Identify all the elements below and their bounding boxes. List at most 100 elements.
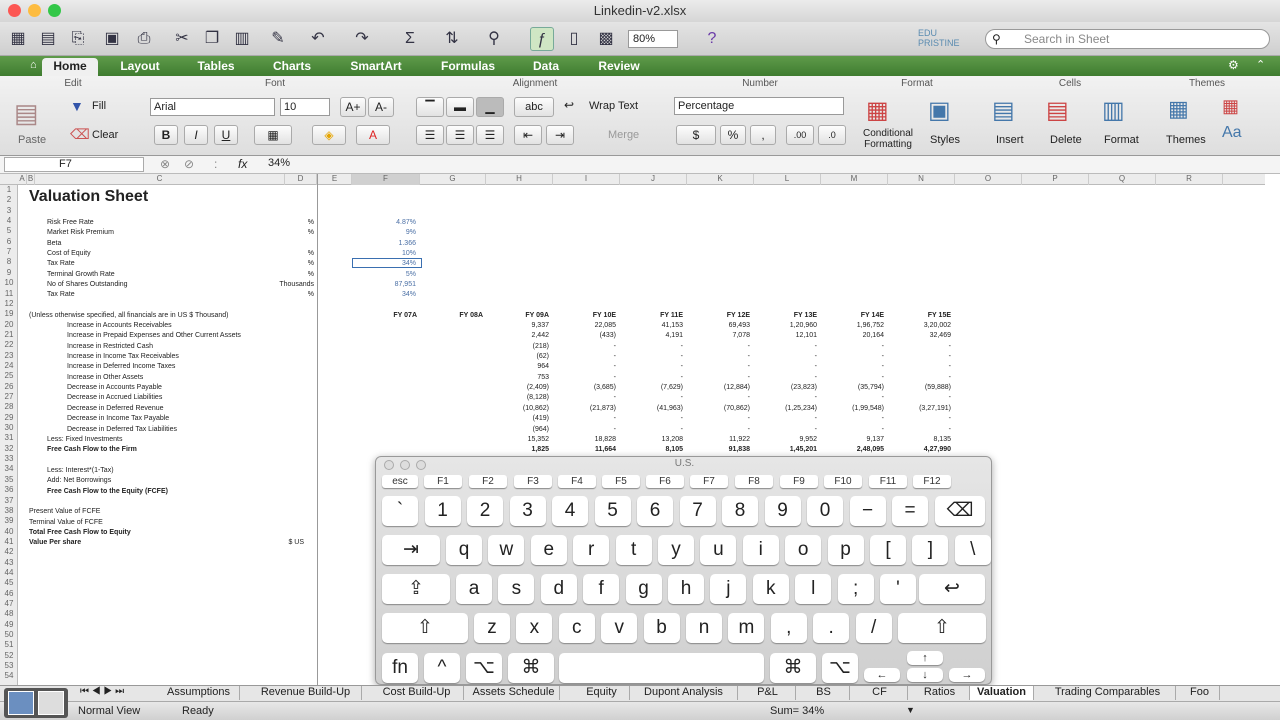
sheet-tab[interactable]: Assets Schedule (468, 686, 560, 700)
fill-button[interactable]: Fill (92, 100, 106, 112)
paste-button[interactable]: Paste (18, 134, 46, 146)
currency-icon[interactable]: $ (676, 125, 716, 145)
table-cell[interactable]: (21,873) (556, 405, 616, 412)
keyboard-key[interactable]: ] (912, 535, 949, 565)
column-header-cell[interactable]: F (352, 174, 420, 185)
bold-button[interactable]: B (154, 125, 178, 145)
table-cell[interactable]: - (757, 363, 817, 370)
sheet-tab[interactable]: Cost Build-Up (370, 686, 464, 700)
table-cell[interactable]: - (757, 343, 817, 350)
fill-color-icon[interactable]: ◈ (312, 125, 346, 145)
table-cell[interactable]: (7,629) (623, 384, 683, 391)
number-format-select[interactable]: Percentage (674, 97, 844, 115)
view-buttons[interactable] (4, 688, 68, 718)
column-header-cell[interactable]: D (285, 174, 317, 185)
table-cell[interactable]: 9,137 (824, 436, 884, 443)
format-cells-icon[interactable]: ▥ (1102, 96, 1125, 125)
table-cell[interactable]: 18,828 (556, 436, 616, 443)
table-cell[interactable]: - (623, 394, 683, 401)
row-number[interactable]: 43 (0, 558, 18, 567)
font-size-select[interactable]: 10 (280, 98, 330, 116)
function-key-6[interactable]: F6 (646, 475, 684, 488)
format-painter-icon[interactable]: ✎ (266, 27, 290, 51)
row-number[interactable]: 8 (0, 257, 18, 266)
keyboard-key[interactable]: l (795, 574, 832, 604)
keyboard-key[interactable]: d (540, 574, 577, 604)
paste-big-icon[interactable]: ▤ (14, 98, 39, 129)
font-color-icon[interactable]: A (356, 125, 390, 145)
table-cell[interactable]: - (891, 353, 951, 360)
keyboard-key[interactable] (559, 653, 764, 683)
align-right-icon[interactable]: ☰ (476, 125, 504, 145)
keyboard-key[interactable]: k (752, 574, 789, 604)
decrease-decimal-icon[interactable]: .0 (818, 125, 846, 145)
keyboard-key[interactable]: − (849, 496, 886, 526)
keyboard-key[interactable]: y (658, 535, 694, 565)
row-number[interactable]: 11 (0, 289, 18, 298)
input-value[interactable]: 5% (352, 271, 416, 278)
table-cell[interactable]: - (757, 394, 817, 401)
sheet-tab[interactable]: Equity (574, 686, 630, 700)
row-number[interactable]: 6 (0, 237, 18, 246)
function-key-7[interactable]: F7 (690, 475, 728, 488)
table-cell[interactable]: 11,664 (556, 446, 616, 453)
keyboard-key[interactable]: t (615, 535, 652, 565)
table-cell[interactable]: (35,794) (824, 384, 884, 391)
redo-icon[interactable]: ↷ (350, 27, 374, 51)
table-cell[interactable]: (218) (489, 343, 549, 350)
table-cell[interactable]: - (891, 374, 951, 381)
align-left-icon[interactable]: ☰ (416, 125, 444, 145)
table-cell[interactable]: 69,493 (690, 322, 750, 329)
table-cell[interactable]: - (891, 363, 951, 370)
keyboard-key[interactable]: 1 (424, 496, 461, 526)
keyboard-key[interactable]: ← (864, 668, 900, 682)
keyboard-key[interactable]: e (530, 535, 567, 565)
keyboard-key[interactable]: q (446, 535, 482, 565)
delete-cells-icon[interactable]: ▤ (1046, 96, 1069, 125)
table-cell[interactable]: 13,208 (623, 436, 683, 443)
orientation-icon[interactable]: abc (514, 97, 554, 117)
function-key-9[interactable]: F9 (780, 475, 818, 488)
clear-icon[interactable]: ⌫ (70, 126, 90, 143)
row-number[interactable]: 52 (0, 651, 18, 660)
keyboard-key[interactable]: ↓ (907, 668, 943, 682)
function-key-10[interactable]: F10 (824, 475, 862, 488)
table-cell[interactable]: (1,25,234) (757, 405, 817, 412)
row-number[interactable]: 34 (0, 464, 18, 473)
table-cell[interactable]: - (556, 374, 616, 381)
settings-icon[interactable]: ⚙ (1228, 58, 1239, 72)
table-cell[interactable]: 22,085 (556, 322, 616, 329)
keyboard-key[interactable]: \ (954, 535, 991, 565)
row-number[interactable]: 30 (0, 423, 18, 432)
tab-charts[interactable]: Charts (262, 58, 322, 76)
help-icon[interactable]: ? (700, 27, 724, 51)
keyboard-key[interactable]: ` (382, 496, 418, 526)
row-number[interactable]: 2 (0, 195, 18, 204)
sum-dropdown-icon[interactable]: ▼ (906, 705, 915, 715)
row-number[interactable]: 36 (0, 485, 18, 494)
table-cell[interactable]: (8,128) (489, 394, 549, 401)
name-box[interactable]: F7 (4, 157, 144, 172)
sheet-tab[interactable]: CF (852, 686, 908, 700)
keyboard-key[interactable]: x (516, 613, 553, 643)
column-header-cell[interactable]: O (955, 174, 1022, 185)
table-cell[interactable]: (964) (489, 426, 549, 433)
table-cell[interactable]: 1,825 (489, 446, 549, 453)
keyboard-key[interactable]: fn (382, 653, 418, 683)
keyboard-key[interactable]: , (770, 613, 807, 643)
row-number[interactable]: 24 (0, 361, 18, 370)
column-header-cell[interactable]: H (486, 174, 553, 185)
column-header-cell[interactable]: P (1022, 174, 1089, 185)
keyboard-key[interactable]: h (668, 574, 704, 604)
column-header-cell[interactable]: B (27, 174, 35, 185)
keyboard-key[interactable]: p (827, 535, 864, 565)
search-input[interactable]: Search in Sheet (985, 29, 1270, 49)
keyboard-key[interactable]: 7 (679, 496, 716, 526)
row-number[interactable]: 1 (0, 185, 18, 194)
table-cell[interactable]: (23,823) (757, 384, 817, 391)
table-cell[interactable]: - (891, 394, 951, 401)
keyboard-key[interactable]: 3 (509, 496, 546, 526)
table-cell[interactable]: (419) (489, 415, 549, 422)
table-cell[interactable]: 12,101 (757, 332, 817, 339)
borders-icon[interactable]: ▦ (254, 125, 292, 145)
